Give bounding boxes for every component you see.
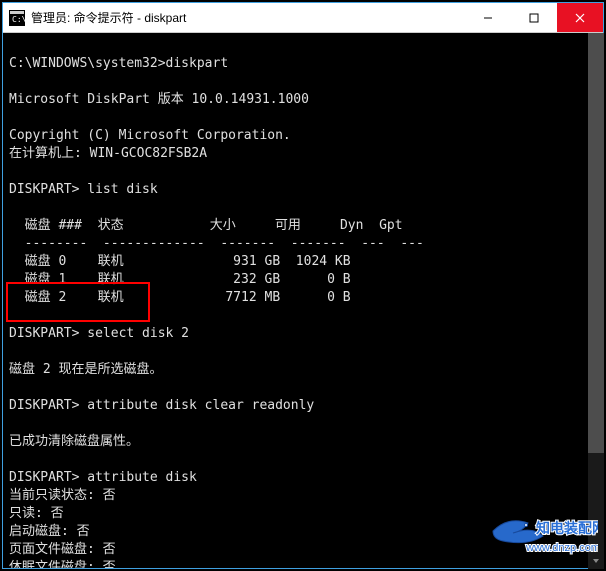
window-title: 管理员: 命令提示符 - diskpart xyxy=(31,9,465,26)
version-line: Microsoft DiskPart 版本 10.0.14931.1000 xyxy=(9,92,309,107)
prompt-line: C:\WINDOWS\system32>diskpart xyxy=(9,56,228,71)
terminal-output[interactable]: C:\WINDOWS\system32>diskpart Microsoft D… xyxy=(3,33,603,568)
resp-clear-readonly: 已成功清除磁盘属性。 xyxy=(9,434,139,449)
minimize-button[interactable] xyxy=(465,3,511,32)
cmd-icon: C:\ xyxy=(9,10,25,26)
disk-row-0: 磁盘 0 联机 931 GB 1024 KB xyxy=(9,254,351,269)
attr-pagefile-disk: 页面文件磁盘: 否 xyxy=(9,542,116,557)
disk-row-1: 磁盘 1 联机 232 GB 0 B xyxy=(9,272,351,287)
attr-hibernation-disk: 休眠文件磁盘: 否 xyxy=(9,560,116,568)
resp-select-disk: 磁盘 2 现在是所选磁盘。 xyxy=(9,362,162,377)
computer-line: 在计算机上: WIN-GCOC82FSB2A xyxy=(9,146,207,161)
command-prompt-window: C:\ 管理员: 命令提示符 - diskpart C:\WINDOWS\sys… xyxy=(2,2,604,569)
attr-readonly: 只读: 否 xyxy=(9,506,64,521)
disk-table-header: 磁盘 ### 状态 大小 可用 Dyn Gpt xyxy=(9,218,403,233)
titlebar[interactable]: C:\ 管理员: 命令提示符 - diskpart xyxy=(3,3,603,33)
cmd-select-disk: DISKPART> select disk 2 xyxy=(9,326,189,341)
disk-row-2: 磁盘 2 联机 7712 MB 0 B xyxy=(9,290,351,305)
svg-text:C:\: C:\ xyxy=(12,15,25,24)
scrollbar-thumb[interactable] xyxy=(588,33,604,453)
maximize-button[interactable] xyxy=(511,3,557,32)
cmd-attribute-disk: DISKPART> attribute disk xyxy=(9,470,197,485)
attr-boot-disk: 启动磁盘: 否 xyxy=(9,524,90,539)
scroll-down-arrow[interactable] xyxy=(588,553,604,569)
cmd-list-disk: DISKPART> list disk xyxy=(9,182,158,197)
cmd-clear-readonly: DISKPART> attribute disk clear readonly xyxy=(9,398,314,413)
copyright-line: Copyright (C) Microsoft Corporation. xyxy=(9,128,291,143)
window-controls xyxy=(465,3,603,32)
disk-table-divider: -------- ------------- ------- ------- -… xyxy=(9,236,424,251)
attr-readonly-state: 当前只读状态: 否 xyxy=(9,488,116,503)
close-button[interactable] xyxy=(557,3,603,32)
scrollbar-vertical[interactable] xyxy=(588,33,604,569)
